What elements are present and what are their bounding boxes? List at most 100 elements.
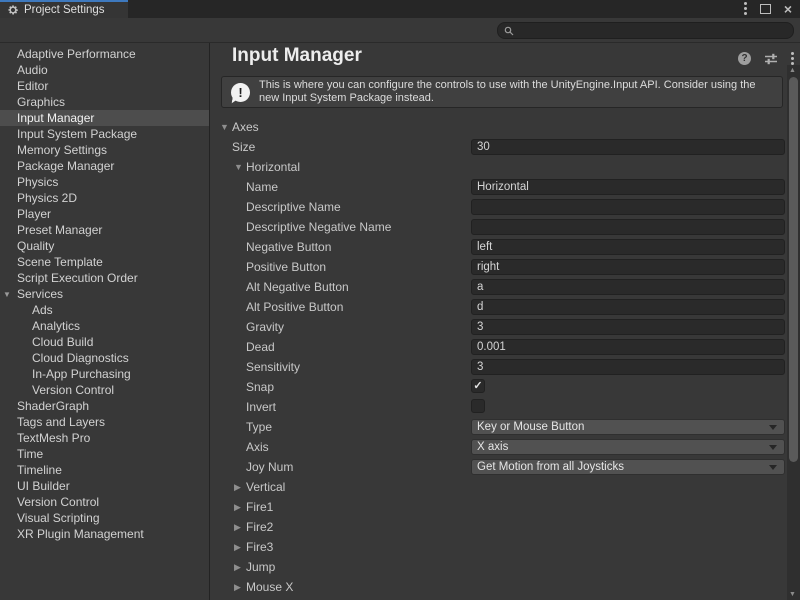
sidebar-item-physics-2d[interactable]: Physics 2D	[0, 190, 209, 206]
foldout-open-icon[interactable]: ▼	[220, 122, 229, 132]
sidebar-item-scene-template[interactable]: Scene Template	[0, 254, 209, 270]
maximize-icon[interactable]	[760, 4, 771, 14]
sidebar-item-label: Cloud Diagnostics	[32, 351, 129, 365]
scroll-down-icon[interactable]: ▼	[789, 591, 796, 598]
vertical-scrollbar[interactable]: ▲ ▼	[787, 65, 800, 600]
sidebar-item-package-manager[interactable]: Package Manager	[0, 158, 209, 174]
text-field-sensitivity[interactable]: 3	[471, 359, 785, 375]
dropdown-joy-num[interactable]: Get Motion from all Joysticks	[471, 459, 785, 475]
sidebar-item-quality[interactable]: Quality	[0, 238, 209, 254]
sidebar-item-tags-and-layers[interactable]: Tags and Layers	[0, 414, 209, 430]
sidebar-item-graphics[interactable]: Graphics	[0, 94, 209, 110]
sidebar-item-label: Visual Scripting	[17, 511, 100, 525]
foldout-open-icon[interactable]: ▼	[234, 162, 243, 172]
search-input[interactable]	[518, 25, 787, 37]
text-field-descriptive-name[interactable]	[471, 199, 785, 215]
text-field-negative-button[interactable]: left	[471, 239, 785, 255]
scrollbar-thumb[interactable]	[789, 77, 798, 462]
foldout-open-icon[interactable]: ▼	[3, 290, 11, 299]
foldout-closed-icon[interactable]: ▶	[234, 562, 241, 573]
sidebar-item-ui-builder[interactable]: UI Builder	[0, 478, 209, 494]
text-field-gravity[interactable]: 3	[471, 319, 785, 335]
field-label: Invert	[246, 400, 276, 414]
field-label: Fire1	[246, 500, 273, 514]
sidebar-item-editor[interactable]: Editor	[0, 78, 209, 94]
tab-project-settings[interactable]: Project Settings	[0, 0, 128, 18]
sidebar-item-player[interactable]: Player	[0, 206, 209, 222]
sidebar-item-label: UI Builder	[17, 479, 70, 493]
sidebar-item-preset-manager[interactable]: Preset Manager	[0, 222, 209, 238]
foldout-closed-icon[interactable]: ▶	[234, 502, 241, 513]
scroll-up-icon[interactable]: ▲	[789, 67, 796, 74]
checkbox-invert[interactable]	[471, 399, 485, 413]
text-field-name[interactable]: Horizontal	[471, 179, 785, 195]
sidebar-item-visual-scripting[interactable]: Visual Scripting	[0, 510, 209, 526]
sidebar-item-input-manager[interactable]: Input Manager	[0, 110, 209, 126]
settings-row-mouse-x: ▶ Mouse X	[210, 577, 787, 597]
settings-row-invert: Invert	[210, 397, 787, 417]
sidebar-item-adaptive-performance[interactable]: Adaptive Performance	[0, 46, 209, 62]
sidebar-item-label: ShaderGraph	[17, 399, 89, 413]
foldout-closed-icon[interactable]: ▶	[234, 522, 241, 533]
sidebar-item-cloud-build[interactable]: Cloud Build	[0, 334, 209, 350]
panel-menu-icon[interactable]	[791, 52, 794, 65]
settings-row-size: Size30	[210, 137, 787, 157]
settings-category-list: Adaptive PerformanceAudioEditorGraphicsI…	[0, 43, 210, 600]
foldout-closed-icon[interactable]: ▶	[234, 482, 241, 493]
sidebar-item-audio[interactable]: Audio	[0, 62, 209, 78]
field-label: Dead	[246, 340, 275, 354]
sidebar-item-ads[interactable]: Ads	[0, 302, 209, 318]
field-label: Jump	[246, 560, 275, 574]
dropdown-value: Key or Mouse Button	[477, 421, 584, 433]
sidebar-item-analytics[interactable]: Analytics	[0, 318, 209, 334]
help-icon[interactable]: ?	[738, 52, 751, 65]
settings-row-jump: ▶ Jump	[210, 557, 787, 577]
presets-icon[interactable]	[764, 53, 778, 65]
sidebar-item-label: Input Manager	[17, 111, 94, 125]
checkbox-snap[interactable]: ✓	[471, 379, 485, 393]
sidebar-item-label: Services	[17, 287, 63, 301]
sidebar-item-label: Ads	[32, 303, 53, 317]
foldout-closed-icon[interactable]: ▶	[234, 542, 241, 553]
close-icon[interactable]: ×	[784, 2, 792, 16]
sidebar-item-services[interactable]: ▼ Services	[0, 286, 209, 302]
field-label: Fire2	[246, 520, 273, 534]
sidebar-item-shadergraph[interactable]: ShaderGraph	[0, 398, 209, 414]
dropdown-type[interactable]: Key or Mouse Button	[471, 419, 785, 435]
field-label: Mouse X	[246, 580, 293, 594]
sidebar-item-script-execution-order[interactable]: Script Execution Order	[0, 270, 209, 286]
sidebar-item-in-app-purchasing[interactable]: In-App Purchasing	[0, 366, 209, 382]
sidebar-item-xr-plugin-management[interactable]: XR Plugin Management	[0, 526, 209, 542]
settings-row-alt-negative-button: Alt Negative Button a	[210, 277, 787, 297]
panel-header-icons: ?	[738, 52, 794, 65]
window-menu-icon[interactable]	[744, 2, 747, 15]
foldout-closed-icon[interactable]: ▶	[234, 582, 241, 593]
field-label: Alt Negative Button	[246, 280, 349, 294]
dropdown-axis[interactable]: X axis	[471, 439, 785, 455]
chevron-down-icon	[769, 465, 777, 470]
text-field-alt-positive-button[interactable]: d	[471, 299, 785, 315]
sidebar-item-version-control[interactable]: Version Control	[0, 382, 209, 398]
sidebar-item-label: Analytics	[32, 319, 80, 333]
text-field-dead[interactable]: 0.001	[471, 339, 785, 355]
sidebar-item-version-control[interactable]: Version Control	[0, 494, 209, 510]
text-field-alt-negative-button[interactable]: a	[471, 279, 785, 295]
text-field-size[interactable]: 30	[471, 139, 785, 155]
project-settings-window: Project Settings × Adaptive PerformanceA…	[0, 0, 800, 600]
sidebar-item-input-system-package[interactable]: Input System Package	[0, 126, 209, 142]
sidebar-item-physics[interactable]: Physics	[0, 174, 209, 190]
sidebar-item-label: TextMesh Pro	[17, 431, 90, 445]
field-label: Descriptive Name	[246, 200, 341, 214]
dropdown-value: X axis	[477, 441, 508, 453]
search-box[interactable]	[497, 22, 794, 39]
sidebar-item-cloud-diagnostics[interactable]: Cloud Diagnostics	[0, 350, 209, 366]
sidebar-item-time[interactable]: Time	[0, 446, 209, 462]
sidebar-item-timeline[interactable]: Timeline	[0, 462, 209, 478]
chevron-down-icon	[769, 445, 777, 450]
field-label: Gravity	[246, 320, 284, 334]
sidebar-item-textmesh-pro[interactable]: TextMesh Pro	[0, 430, 209, 446]
text-field-positive-button[interactable]: right	[471, 259, 785, 275]
text-field-descriptive-negative-name[interactable]	[471, 219, 785, 235]
settings-row-alt-positive-button: Alt Positive Buttond	[210, 297, 787, 317]
sidebar-item-memory-settings[interactable]: Memory Settings	[0, 142, 209, 158]
